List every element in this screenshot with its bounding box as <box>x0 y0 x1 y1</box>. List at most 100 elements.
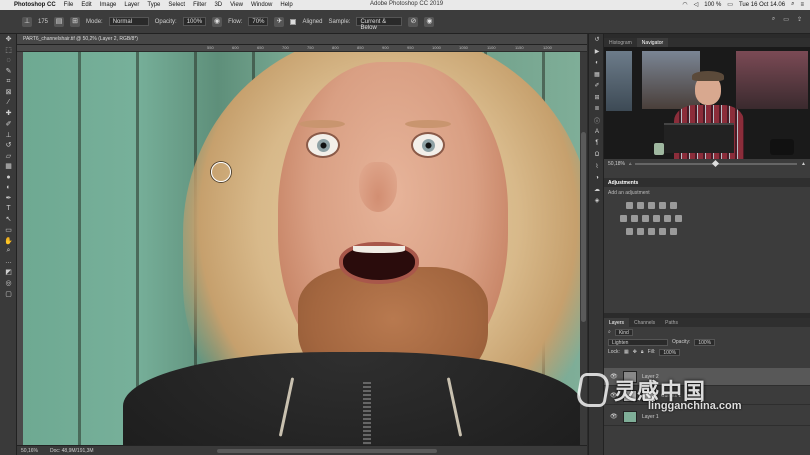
actions-panel-icon[interactable]: ▶ <box>589 46 605 58</box>
move-tool-icon[interactable]: ✥ <box>0 34 17 45</box>
clone-stamp-tool-icon[interactable]: ⊥ <box>22 16 32 27</box>
zoom-slider[interactable] <box>635 159 798 168</box>
menu-list-icon[interactable]: ≡ <box>800 2 804 8</box>
color-balance-icon[interactable] <box>631 215 638 222</box>
menu-edit[interactable]: Edit <box>81 2 91 8</box>
wifi-icon[interactable]: ◠ <box>682 1 687 8</box>
scroll-thumb[interactable] <box>581 132 586 322</box>
navigator-zoom-value[interactable]: 50,18% <box>608 161 625 167</box>
menu-file[interactable]: File <box>64 2 74 8</box>
swatches-panel-icon[interactable]: ▦ <box>589 69 605 81</box>
navigator-preview[interactable] <box>604 47 810 159</box>
lock-position-icon[interactable]: ✥ <box>633 349 637 355</box>
layer-kind-filter[interactable]: Kind <box>614 328 633 336</box>
eraser-tool-icon[interactable]: ▱ <box>0 151 17 162</box>
search-icon[interactable]: ⌕ <box>608 329 611 335</box>
adjustments-panel-icon[interactable]: ◑ <box>589 172 605 184</box>
vibrance-icon[interactable] <box>670 202 677 209</box>
blur-tool-icon[interactable]: ● <box>0 172 17 183</box>
pressure-opacity-icon[interactable]: ◉ <box>212 16 223 27</box>
tab-channels[interactable]: Channels <box>629 318 660 327</box>
document-canvas[interactable] <box>23 52 580 445</box>
mode-select[interactable]: Normal <box>108 17 149 26</box>
lasso-tool-icon[interactable]: ◌ <box>0 55 17 66</box>
levels-icon[interactable] <box>637 202 644 209</box>
black-white-icon[interactable] <box>642 215 649 222</box>
horizontal-scrollbar[interactable] <box>217 449 437 453</box>
clone-source-panel-icon[interactable]: ⊞ <box>589 92 605 104</box>
fill-field[interactable]: 100% <box>659 348 681 356</box>
pressure-size-icon[interactable]: ◉ <box>424 16 435 27</box>
opacity-field[interactable]: 100% <box>182 17 207 26</box>
character-panel-icon[interactable]: A <box>589 126 605 138</box>
workspace-icon[interactable]: ▭ <box>783 16 789 23</box>
photo-filter-icon[interactable] <box>653 215 660 222</box>
menu-select[interactable]: Select <box>168 2 185 8</box>
libraries-panel-icon[interactable]: ☁ <box>589 184 605 196</box>
healing-brush-tool-icon[interactable]: ✚ <box>0 108 17 119</box>
menu-3d[interactable]: 3D <box>214 2 222 8</box>
hue-saturation-icon[interactable] <box>620 215 627 222</box>
menu-image[interactable]: Image <box>100 2 117 8</box>
battery-icon[interactable]: ▭ <box>727 1 733 8</box>
gradient-tool-icon[interactable]: ▦ <box>0 161 17 172</box>
menu-layer[interactable]: Layer <box>124 2 139 8</box>
search-icon[interactable]: ⌕ <box>772 16 775 23</box>
app-menu[interactable]: Photoshop CC <box>14 2 56 8</box>
eyedropper-tool-icon[interactable]: ⁄ <box>0 98 17 109</box>
gradient-map-icon[interactable] <box>659 228 666 235</box>
layer-opacity-field[interactable]: 100% <box>694 338 716 346</box>
channel-mixer-icon[interactable] <box>664 215 671 222</box>
properties-panel-icon[interactable]: ≣ <box>589 103 605 115</box>
quick-select-tool-icon[interactable]: ✎ <box>0 66 17 77</box>
brush-size-value[interactable]: 175 <box>38 19 48 25</box>
color-panel-icon[interactable]: ◐ <box>589 57 605 69</box>
tab-histogram[interactable]: Histogram <box>604 38 637 47</box>
styles-panel-icon[interactable]: ◈ <box>589 195 605 207</box>
tab-navigator[interactable]: Navigator <box>636 38 669 47</box>
zoom-slider-knob[interactable] <box>711 159 720 168</box>
clone-source-icon[interactable]: ⊞ <box>70 16 81 27</box>
ignore-adjustment-icon[interactable]: ⊘ <box>408 16 419 27</box>
lock-all-icon[interactable]: 🔒︎ <box>641 349 644 355</box>
menu-filter[interactable]: Filter <box>193 2 206 8</box>
type-tool-icon[interactable]: T <box>0 204 17 215</box>
menu-window[interactable]: Window <box>251 2 272 8</box>
color-lookup-icon[interactable] <box>675 215 682 222</box>
path-select-tool-icon[interactable]: ↖ <box>0 214 17 225</box>
brush-settings-icon[interactable]: ▤ <box>54 16 65 27</box>
exposure-icon[interactable] <box>659 202 666 209</box>
menu-help[interactable]: Help <box>280 2 292 8</box>
curves-icon[interactable] <box>648 202 655 209</box>
brush-panel-icon[interactable]: ✐ <box>589 80 605 92</box>
brightness-contrast-icon[interactable] <box>626 202 633 209</box>
history-brush-icon[interactable]: ↺ <box>0 140 17 151</box>
sample-select[interactable]: Current & Below <box>356 17 403 31</box>
info-panel-icon[interactable]: ⓘ <box>589 115 605 127</box>
hand-tool-icon[interactable]: ✋ <box>0 235 17 246</box>
clone-stamp-icon[interactable]: ⊥ <box>0 129 17 140</box>
blend-mode-select[interactable]: Lighten <box>608 338 668 346</box>
spotlight-icon[interactable]: ⌕ <box>791 1 794 8</box>
zoom-tool-icon[interactable]: ⌕ <box>0 246 17 257</box>
paragraph-panel-icon[interactable]: ¶ <box>589 138 605 150</box>
tab-layers[interactable]: Layers <box>604 318 630 327</box>
shape-tool-icon[interactable]: ▭ <box>0 225 17 236</box>
lock-pixels-icon[interactable]: ▦ <box>624 349 629 355</box>
frame-tool-icon[interactable]: ⊠ <box>0 87 17 98</box>
tab-paths[interactable]: Paths <box>660 318 683 327</box>
share-icon[interactable]: ⇪ <box>797 16 802 23</box>
menu-type[interactable]: Type <box>147 2 160 8</box>
doc-size[interactable]: Doc: 48,9M/191,3M <box>50 448 94 454</box>
airbrush-icon[interactable]: ✈ <box>274 16 285 27</box>
dodge-tool-icon[interactable]: ◐ <box>0 182 17 193</box>
horizontal-ruler[interactable]: 550 600 650 700 750 800 850 900 950 1000… <box>17 45 587 52</box>
marquee-tool-icon[interactable]: ⬚ <box>0 45 17 56</box>
brush-tool-icon[interactable]: ✐ <box>0 119 17 130</box>
pen-tool-icon[interactable]: ✒ <box>0 193 17 204</box>
more-tools-icon[interactable]: … <box>0 256 17 267</box>
selective-color-icon[interactable] <box>670 228 677 235</box>
history-panel-icon[interactable]: ↺ <box>589 34 605 46</box>
aligned-checkbox[interactable] <box>290 18 297 25</box>
volume-icon[interactable]: ◁ <box>694 1 699 8</box>
